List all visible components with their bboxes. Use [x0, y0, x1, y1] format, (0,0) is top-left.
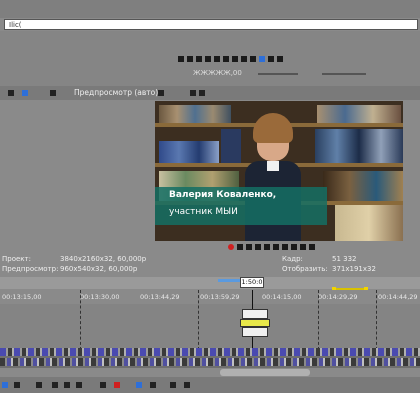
preview-info: Проект: 3840x2160x32, 60,000p Предпросмо…: [0, 253, 420, 275]
books: [159, 141, 219, 163]
frame-value: 51 332: [332, 255, 357, 263]
snapping-icon[interactable]: [136, 382, 142, 388]
loop-region[interactable]: [218, 279, 242, 282]
ruler-tick: 00:14:29,29: [318, 293, 358, 301]
video-clip[interactable]: [242, 327, 268, 337]
trim-icon[interactable]: [64, 382, 70, 388]
books: [315, 129, 403, 163]
normal-edit-tool-icon[interactable]: [2, 382, 8, 388]
prev-frame-icon[interactable]: [300, 244, 306, 250]
display-label: Отобразить:: [282, 265, 328, 273]
snap-icon[interactable]: [259, 56, 265, 62]
add-to-timeline-icon[interactable]: [268, 56, 274, 62]
marker-line: [80, 290, 81, 350]
audio-waveform: [0, 348, 420, 356]
preview-label: Предпросмотр:: [2, 265, 59, 273]
ruler-tick: 00:13:15,00: [2, 293, 42, 301]
marker-line: [198, 290, 199, 350]
next-frame-icon[interactable]: [309, 244, 315, 250]
project-value: 3840x2160x32, 60,000p: [60, 255, 147, 263]
play-icon[interactable]: [178, 56, 184, 62]
books: [317, 105, 401, 123]
envelope-tool-icon[interactable]: [14, 382, 20, 388]
pause-icon[interactable]: [264, 244, 270, 250]
preview-quality-dropdown[interactable]: Предпросмотр (авто): [74, 88, 158, 97]
preview-value: 960x540x32, 60,000p: [60, 265, 138, 273]
marker-line: [376, 290, 377, 350]
timeline-scrollbar[interactable]: [220, 369, 310, 376]
trimmer-slider-right[interactable]: [322, 73, 366, 75]
clip-stack[interactable]: [240, 305, 270, 341]
marker-icon[interactable]: [114, 382, 120, 388]
project-label: Проект:: [2, 255, 31, 263]
zoom-icon[interactable]: [184, 382, 190, 388]
video-tracks[interactable]: [0, 304, 420, 348]
split-screen-icon[interactable]: [22, 90, 28, 96]
stop-icon[interactable]: [273, 244, 279, 250]
books: [159, 105, 231, 123]
caption-name: Валерия Коваленко,: [169, 190, 277, 200]
auto-ripple-icon[interactable]: [150, 382, 156, 388]
timeline-ruler[interactable]: 00:13:15,00 00:13:30,00 00:13:44,29 00:1…: [0, 290, 420, 305]
ruler-tick: 00:13:44,29: [140, 293, 180, 301]
video-preview: Валерия Коваленко, участник МЫИ: [155, 101, 403, 241]
bottom-toolbar: [0, 377, 420, 393]
go-end-icon[interactable]: [291, 244, 297, 250]
trimmer-transport: [178, 55, 286, 64]
lock-icon[interactable]: [100, 382, 106, 388]
next-frame-icon[interactable]: [223, 56, 229, 62]
title-clip[interactable]: [240, 319, 270, 327]
play-icon[interactable]: [255, 244, 261, 250]
trimmer-slider-left[interactable]: [258, 73, 298, 75]
prev-frame-icon[interactable]: [214, 56, 220, 62]
go-start-icon[interactable]: [282, 244, 288, 250]
ruler-tick: 00:13:30,00: [80, 293, 120, 301]
play-from-start-icon[interactable]: [246, 244, 252, 250]
selection-tool-icon[interactable]: [36, 382, 42, 388]
properties-icon[interactable]: [8, 90, 14, 96]
trimmer-timecode: ЖЖЖЖЖ,00: [193, 69, 242, 77]
books: [221, 129, 241, 163]
audio-waveform: [0, 358, 420, 366]
stop-icon[interactable]: [205, 56, 211, 62]
delete-icon[interactable]: [52, 382, 58, 388]
ruler-tick: 00:13:59,29: [200, 293, 240, 301]
play-from-start-icon[interactable]: [187, 56, 193, 62]
video-clip[interactable]: [242, 309, 268, 319]
books: [323, 171, 403, 201]
current-timecode[interactable]: 1:50:0: [240, 277, 264, 288]
top-toolbar: [0, 0, 420, 18]
lower-third-caption: Валерия Коваленко, участник МЫИ: [155, 187, 327, 225]
frame-label: Кадр:: [282, 255, 303, 263]
marker-line: [318, 290, 319, 350]
overlays-icon[interactable]: [158, 90, 164, 96]
save-snapshot-icon[interactable]: [199, 90, 205, 96]
mark-in-icon[interactable]: [241, 56, 247, 62]
preview-transport: [228, 243, 318, 252]
display-value: 371x191x32: [332, 265, 376, 273]
mark-out-icon[interactable]: [250, 56, 256, 62]
loop-icon[interactable]: [232, 56, 238, 62]
preview-toolbar: Предпросмотр (авто): [0, 86, 420, 100]
books: [335, 205, 403, 241]
split-icon[interactable]: [76, 382, 82, 388]
pause-icon[interactable]: [196, 56, 202, 62]
ruler-tick: 00:14:44,29: [378, 293, 418, 301]
overwrite-icon[interactable]: [277, 56, 283, 62]
caption-role: участник МЫИ: [169, 207, 238, 217]
ruler-tick: 00:14:15,00: [262, 293, 302, 301]
loop-icon[interactable]: [237, 244, 243, 250]
copy-snapshot-icon[interactable]: [190, 90, 196, 96]
timecode-input[interactable]: Ilic(: [4, 19, 418, 30]
crossfade-icon[interactable]: [170, 382, 176, 388]
record-icon[interactable]: [228, 244, 234, 250]
external-monitor-icon[interactable]: [50, 90, 56, 96]
audio-track[interactable]: [0, 348, 420, 368]
